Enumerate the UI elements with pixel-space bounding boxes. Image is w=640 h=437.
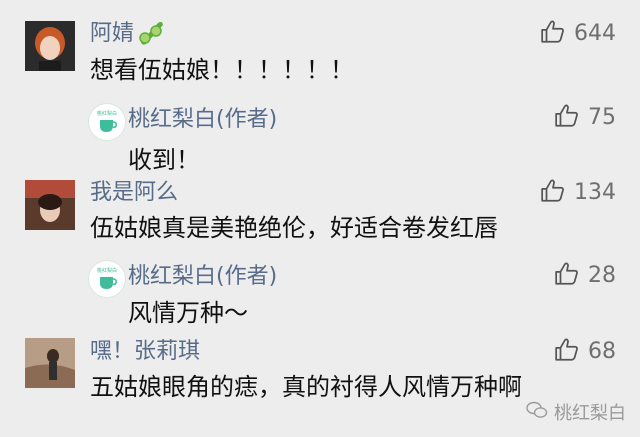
thumbs-up-icon	[554, 337, 580, 367]
commenter-name[interactable]: 我是阿么	[90, 180, 178, 206]
like-count: 134	[574, 180, 616, 205]
comment-text: 风情万种～	[128, 299, 248, 327]
watermark-text: 桃红梨白	[554, 403, 626, 424]
thumbs-up-icon	[540, 19, 566, 49]
comment-text: 伍姑娘真是美艳绝伦，好适合卷发红唇	[90, 214, 498, 242]
reply-item: 桃红梨白 桃红梨白(作者) 风情万种～ 28	[0, 256, 640, 336]
thumbs-up-icon	[554, 261, 580, 291]
avatar[interactable]	[25, 21, 75, 71]
comment-text: 五姑娘眼角的痣，真的衬得人风情万种啊	[90, 373, 522, 401]
cucumber-icon	[136, 17, 166, 51]
like-count: 68	[588, 339, 616, 364]
like-button[interactable]: 644	[540, 20, 616, 48]
like-count: 28	[588, 263, 616, 288]
teacup-logo-icon: 桃红梨白	[97, 110, 117, 132]
avatar[interactable]	[25, 338, 75, 388]
thumbs-up-icon	[540, 178, 566, 208]
like-count: 644	[574, 21, 616, 46]
svg-text:桃红梨白: 桃红梨白	[97, 110, 117, 117]
like-button[interactable]: 68	[554, 338, 616, 366]
avatar[interactable]	[25, 180, 75, 230]
teacup-logo-icon: 桃红梨白	[97, 267, 117, 289]
wechat-watermark: 桃红梨白	[526, 399, 626, 425]
comment-item: 阿婧 想看伍姑娘！！！！！！ 644	[0, 0, 640, 85]
like-button[interactable]: 28	[554, 262, 616, 290]
like-count: 75	[588, 105, 616, 130]
svg-text:桃红梨白: 桃红梨白	[97, 267, 117, 274]
author-avatar[interactable]: 桃红梨白	[88, 260, 126, 298]
commenter-name[interactable]: 阿婧	[90, 21, 134, 47]
commenter-name[interactable]: 桃红梨白(作者)	[128, 264, 277, 290]
reply-item: 桃红梨白 桃红梨白(作者) 收到！ 75	[0, 95, 640, 175]
like-button[interactable]: 134	[540, 179, 616, 207]
commenter-name[interactable]: 桃红梨白(作者)	[128, 107, 277, 133]
wechat-icon	[526, 401, 548, 424]
comment-text: 收到！	[128, 146, 200, 174]
author-avatar[interactable]: 桃红梨白	[88, 103, 126, 141]
commenter-name[interactable]: 嘿！张莉琪	[90, 339, 200, 365]
comment-text: 想看伍姑娘！！！！！！	[90, 56, 354, 84]
comment-item: 我是阿么 伍姑娘真是美艳绝伦，好适合卷发红唇 134	[0, 175, 640, 260]
thumbs-up-icon	[554, 103, 580, 133]
like-button[interactable]: 75	[554, 104, 616, 132]
